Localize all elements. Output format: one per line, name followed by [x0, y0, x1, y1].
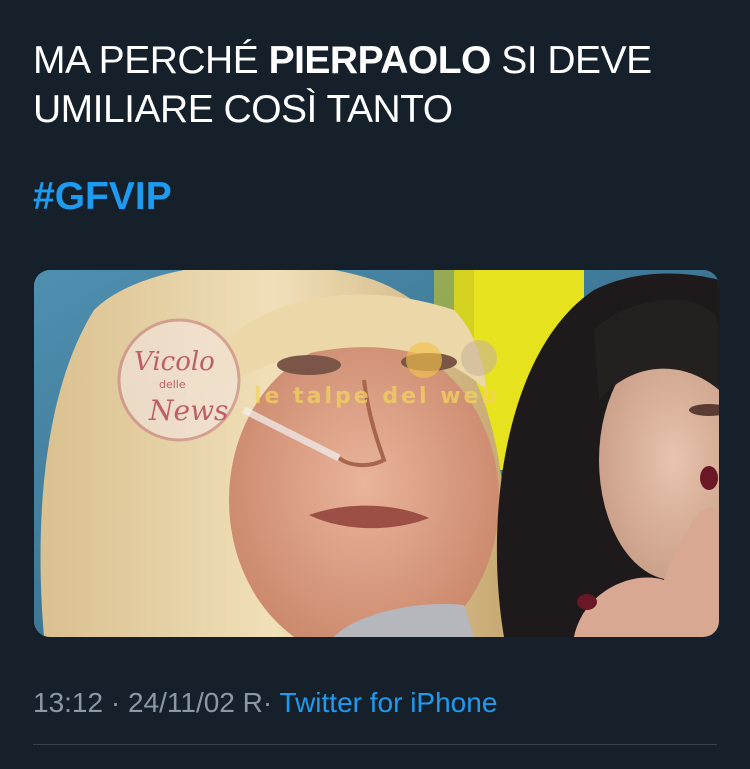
source-link[interactable]: Twitter for iPhone: [280, 687, 498, 718]
svg-text:News: News: [148, 394, 228, 427]
hashtag-link[interactable]: #GFVIP: [33, 172, 172, 221]
tweet-photo[interactable]: Vicolo delle News le talpe del web: [34, 270, 719, 637]
divider: [33, 744, 717, 745]
tweet-date[interactable]: 24/11/02: [128, 687, 235, 718]
svg-text:le talpe del web: le talpe del web: [254, 384, 500, 409]
svg-text:Vicolo: Vicolo: [134, 347, 215, 377]
meta-separator-2: ·: [262, 687, 273, 718]
tweet-text: MA PERCHÉ PIERPAOLO SI DEVE UMILIARE COS…: [33, 36, 723, 134]
tweet-time[interactable]: 13:12: [33, 687, 103, 718]
svg-text:delle: delle: [159, 378, 186, 391]
tweet-text-start: MA PERCHÉ: [33, 39, 269, 82]
photo-illustration: Vicolo delle News le talpe del web: [34, 270, 719, 637]
meta-separator: ·: [110, 687, 121, 718]
meta-suffix: R: [242, 687, 263, 718]
tweet-meta: 13:12 · 24/11/02 R· Twitter for iPhone: [33, 684, 497, 722]
tweet-text-bold-name: PIERPAOLO: [268, 39, 492, 82]
